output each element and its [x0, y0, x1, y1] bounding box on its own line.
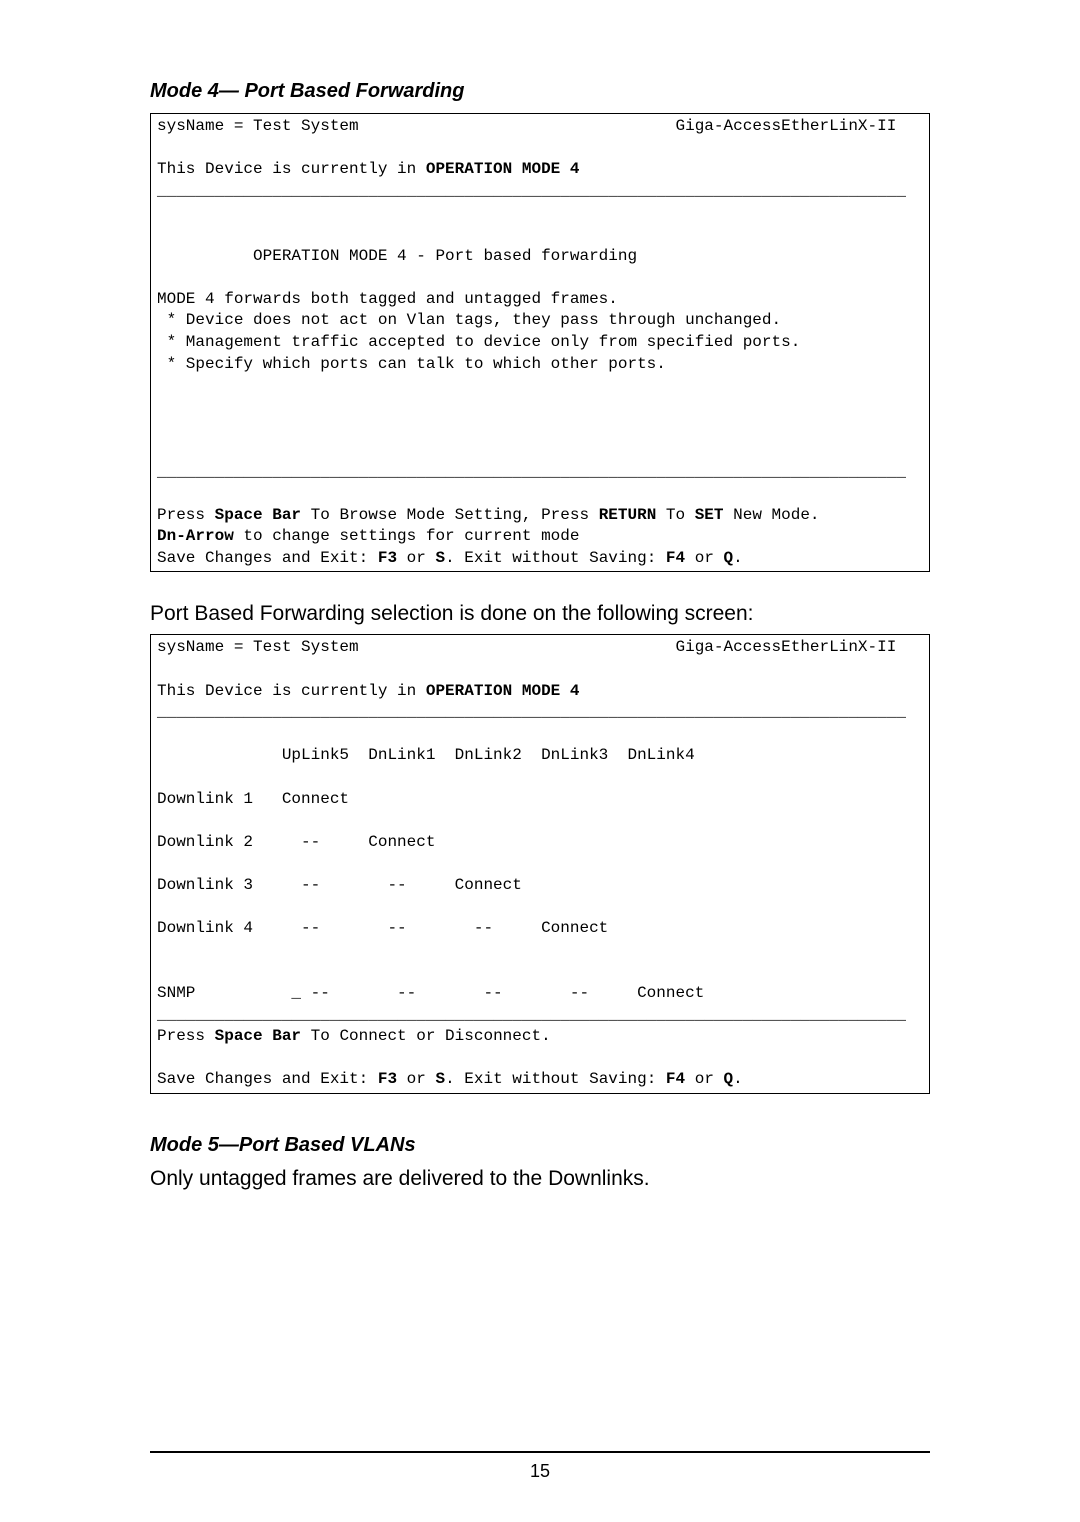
mode-body: * Specify which ports can talk to which …: [157, 355, 666, 373]
mode-body: * Device does not act on Vlan tags, they…: [157, 311, 781, 329]
page-number: 15: [530, 1461, 550, 1481]
table-row: Downlink 4 -- -- -- Connect: [157, 919, 608, 937]
terminal-screen-port-forwarding: sysName = Test System Giga-AccessEtherLi…: [150, 634, 930, 1093]
mode-title: OPERATION MODE 4 - Port based forwarding: [157, 247, 637, 265]
separator: ________________________________________…: [157, 703, 906, 721]
table-row: Downlink 3 -- -- Connect: [157, 876, 522, 894]
heading-mode-4: Mode 4— Port Based Forwarding: [150, 80, 930, 103]
table-row: Downlink 1 Connect: [157, 790, 349, 808]
sysname-line: sysName = Test System Giga-AccessEtherLi…: [157, 638, 896, 656]
table-row-snmp: SNMP _ -- -- -- -- Connect: [157, 984, 704, 1002]
document-page: Mode 4— Port Based Forwarding sysName = …: [0, 0, 1080, 1522]
mode-body: * Management traffic accepted to device …: [157, 333, 800, 351]
separator: ________________________________________…: [157, 463, 906, 481]
mid-prose: Port Based Forwarding selection is done …: [150, 602, 930, 626]
table-row: Downlink 2 -- Connect: [157, 833, 435, 851]
sysname-line: sysName = Test System Giga-AccessEtherLi…: [157, 117, 896, 135]
terminal-screen-mode4: sysName = Test System Giga-AccessEtherLi…: [150, 113, 930, 572]
instruction-line: Press Space Bar To Browse Mode Setting, …: [157, 506, 820, 524]
instruction-line: Save Changes and Exit: F3 or S. Exit wit…: [157, 549, 743, 567]
instruction-line: Press Space Bar To Connect or Disconnect…: [157, 1027, 551, 1045]
separator: ________________________________________…: [157, 1006, 906, 1024]
prose-mode-5: Only untagged frames are delivered to th…: [150, 1167, 930, 1191]
heading-mode-5: Mode 5—Port Based VLANs: [150, 1134, 930, 1157]
page-footer: 15: [150, 1451, 930, 1482]
instruction-line: Save Changes and Exit: F3 or S. Exit wit…: [157, 1070, 743, 1088]
mode-body: MODE 4 forwards both tagged and untagged…: [157, 290, 618, 308]
instruction-line: Dn-Arrow to change settings for current …: [157, 527, 579, 545]
table-header: UpLink5 DnLink1 DnLink2 DnLink3 DnLink4: [157, 746, 695, 764]
current-mode-line: This Device is currently in OPERATION MO…: [157, 682, 579, 700]
separator: ________________________________________…: [157, 182, 906, 200]
current-mode-line: This Device is currently in OPERATION MO…: [157, 160, 579, 178]
